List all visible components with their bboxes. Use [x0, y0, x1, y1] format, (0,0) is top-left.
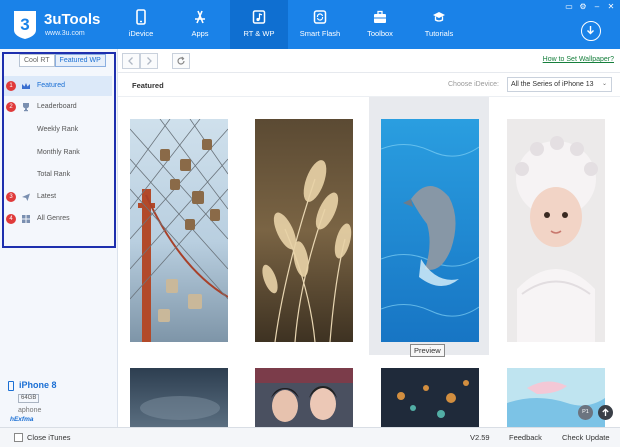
idevice-select[interactable]: All the Series of iPhone 13 ⌄	[507, 77, 612, 92]
nav-tutorials[interactable]: Tutorials	[410, 0, 468, 49]
app-name: 3uTools	[44, 11, 101, 28]
content-toolbar: How to Set Wallpaper?	[118, 49, 620, 73]
wallpaper-tile[interactable]	[118, 97, 238, 355]
sidebar-item-total-rank[interactable]: Total Rank	[37, 171, 70, 178]
chevron-down-icon: ⌄	[601, 81, 607, 87]
arrow-up-icon	[602, 408, 609, 416]
sidebar-item-featured[interactable]: 1 Featured	[4, 76, 112, 96]
sidebar-item-monthly-rank[interactable]: Monthly Rank	[37, 149, 80, 156]
misty-wallpaper	[130, 368, 228, 427]
sidebar-tab-switch: Cool RT Featured WP	[19, 54, 106, 67]
close-itunes-checkbox[interactable]	[14, 433, 23, 442]
content-header: Featured Choose iDevice: All the Series …	[118, 73, 620, 97]
app-logo-icon: 3	[14, 11, 36, 39]
dolphin-wallpaper	[381, 119, 479, 342]
love-locks-bridge-wallpaper	[130, 119, 228, 342]
nav-rt-wp[interactable]: RT & WP	[230, 0, 288, 49]
top-bar: 3 3uTools www.3u.com iDevice Apps RT & W…	[0, 0, 620, 49]
device-name: iPhone 8	[19, 380, 57, 390]
preview-tooltip: Preview	[410, 344, 445, 357]
app-url: www.3u.com	[45, 30, 85, 37]
page-title: Featured	[132, 81, 164, 90]
device-capacity: 64GB	[18, 394, 40, 403]
nav-idevice[interactable]: iDevice	[112, 0, 170, 49]
sidebar-item-latest[interactable]: 3 Latest	[4, 187, 112, 207]
step-badge: 2	[6, 102, 16, 112]
graduation-cap-icon	[433, 12, 445, 22]
toolbox-icon	[374, 10, 386, 23]
trophy-icon	[23, 103, 29, 112]
version-label: V2.59	[470, 433, 490, 442]
step-badge: 1	[6, 81, 16, 91]
close-itunes-label[interactable]: Close iTunes	[27, 433, 71, 442]
nav-idevice-label: iDevice	[128, 29, 154, 38]
device-owner: aphone	[18, 407, 42, 414]
brand-watermark: hExfma	[10, 416, 34, 423]
wallpaper-tile[interactable]	[369, 360, 489, 427]
refresh-button[interactable]	[172, 53, 190, 69]
wallpaper-tile[interactable]	[494, 360, 614, 427]
close-icon[interactable]: ✕	[606, 2, 616, 11]
flash-icon	[313, 10, 327, 24]
couple-wallpaper	[255, 368, 353, 427]
settings-icon[interactable]: ⚙	[578, 2, 588, 11]
tab-cool-rt[interactable]: Cool RT	[19, 54, 55, 67]
sidebar-item-weekly-rank[interactable]: Weekly Rank	[37, 126, 78, 133]
wallpaper-tile[interactable]	[244, 97, 364, 355]
chevron-left-icon	[128, 57, 133, 65]
chevron-right-icon	[147, 57, 152, 65]
nav-apps[interactable]: Apps	[171, 0, 229, 49]
idevice-select-value: All the Series of iPhone 13	[511, 81, 594, 88]
wallpaper-tile[interactable]	[369, 97, 489, 355]
wallpaper-grid	[118, 97, 620, 427]
page-indicator[interactable]: P1	[578, 405, 593, 420]
sidebar-item-leaderboard[interactable]: 2 Leaderboard	[4, 97, 112, 117]
nav-toolbox-label: Toolbox	[367, 29, 393, 38]
sidebar-item-label: All Genres	[37, 215, 70, 222]
wallpaper-tile[interactable]	[244, 360, 364, 427]
sidebar-item-label: Featured	[37, 82, 66, 89]
refresh-icon	[177, 56, 185, 65]
feedback-link[interactable]: Feedback	[509, 433, 542, 442]
choose-idevice-label: Choose iDevice:	[448, 81, 499, 88]
iphone-icon	[8, 381, 14, 391]
nav-rt-wp-label: RT & WP	[243, 29, 275, 38]
scroll-top-button[interactable]	[598, 405, 613, 420]
nav-apps-label: Apps	[191, 29, 209, 38]
crown-icon	[22, 83, 30, 89]
menu-icon[interactable]: ▭	[564, 2, 574, 11]
nav-smart-flash[interactable]: Smart Flash	[289, 0, 351, 49]
phone-icon	[136, 9, 146, 25]
sidebar-item-all-genres[interactable]: 4 All Genres	[4, 209, 112, 229]
back-button[interactable]	[122, 53, 140, 69]
check-update-link[interactable]: Check Update	[562, 433, 610, 442]
reeds-wallpaper	[255, 119, 353, 342]
wallpaper-tile[interactable]	[494, 97, 614, 355]
wallpaper-tile[interactable]	[118, 360, 238, 427]
window-controls: ▭ ⚙ – ✕	[564, 2, 616, 11]
minimize-icon[interactable]: –	[592, 2, 602, 11]
step-badge: 4	[6, 214, 16, 224]
nav-smart-flash-label: Smart Flash	[299, 29, 341, 38]
nav-tutorials-label: Tutorials	[424, 29, 454, 38]
how-to-set-wallpaper-link[interactable]: How to Set Wallpaper?	[543, 56, 614, 63]
nav-toolbox[interactable]: Toolbox	[351, 0, 409, 49]
child-portrait-wallpaper	[507, 119, 605, 342]
logo-numeral: 3	[20, 15, 29, 34]
sidebar-item-label: Leaderboard	[37, 103, 77, 110]
tab-featured-wp[interactable]: Featured WP	[54, 54, 106, 67]
night-city-wallpaper	[381, 368, 479, 427]
status-bar: Close iTunes V2.59 Feedback Check Update	[0, 427, 620, 447]
sidebar-item-label: Latest	[37, 193, 57, 200]
download-icon[interactable]	[581, 21, 601, 41]
app-store-icon	[195, 10, 205, 24]
forward-button[interactable]	[140, 53, 158, 69]
paper-plane-icon	[22, 193, 30, 201]
music-wallpaper-icon	[252, 10, 266, 24]
grid-icon	[22, 215, 30, 223]
step-badge: 3	[6, 192, 16, 202]
